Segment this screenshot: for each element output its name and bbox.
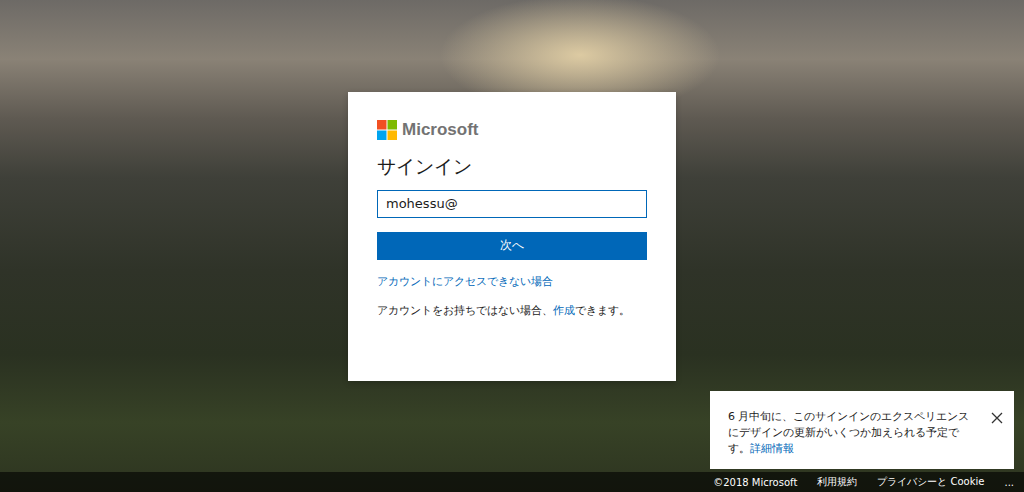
next-button[interactable]: 次へ xyxy=(377,232,647,260)
footer-link[interactable]: プライバシーと Cookie xyxy=(877,475,984,489)
notice-banner: 6 月中旬に、このサインインのエクスペリエンスにデザインの更新がいくつか加えられ… xyxy=(710,391,1014,469)
footer-link[interactable]: 利用規約 xyxy=(817,475,857,489)
windows-logo-icon xyxy=(377,120,397,140)
brand-name: Microsoft xyxy=(402,120,479,140)
footer: ©2018 Microsoft 利用規約 プライバシーと Cookie... xyxy=(0,472,1024,492)
microsoft-logo: Microsoft xyxy=(377,120,648,140)
details-link[interactable]: 詳細情報 xyxy=(750,442,794,455)
no-account-text: アカウントをお持ちではない場合、作成できます。 xyxy=(377,303,648,318)
email-input[interactable] xyxy=(377,190,647,218)
footer-link[interactable]: ©2018 Microsoft xyxy=(713,477,797,488)
title: サインイン xyxy=(377,154,648,180)
close-icon xyxy=(990,411,1004,425)
sign-in-page: Microsoft サインイン次へアカウントにアクセスできない場合アカウントをお持… xyxy=(0,0,1024,492)
more-button[interactable]: ... xyxy=(1004,477,1014,488)
create-link[interactable]: 作成 xyxy=(553,304,575,317)
sign-in-card: Microsoft サインイン次へアカウントにアクセスできない場合アカウントをお持… xyxy=(348,92,676,381)
cant-access-link[interactable]: アカウントにアクセスできない場合 xyxy=(377,274,648,289)
close-button[interactable] xyxy=(990,411,1004,425)
